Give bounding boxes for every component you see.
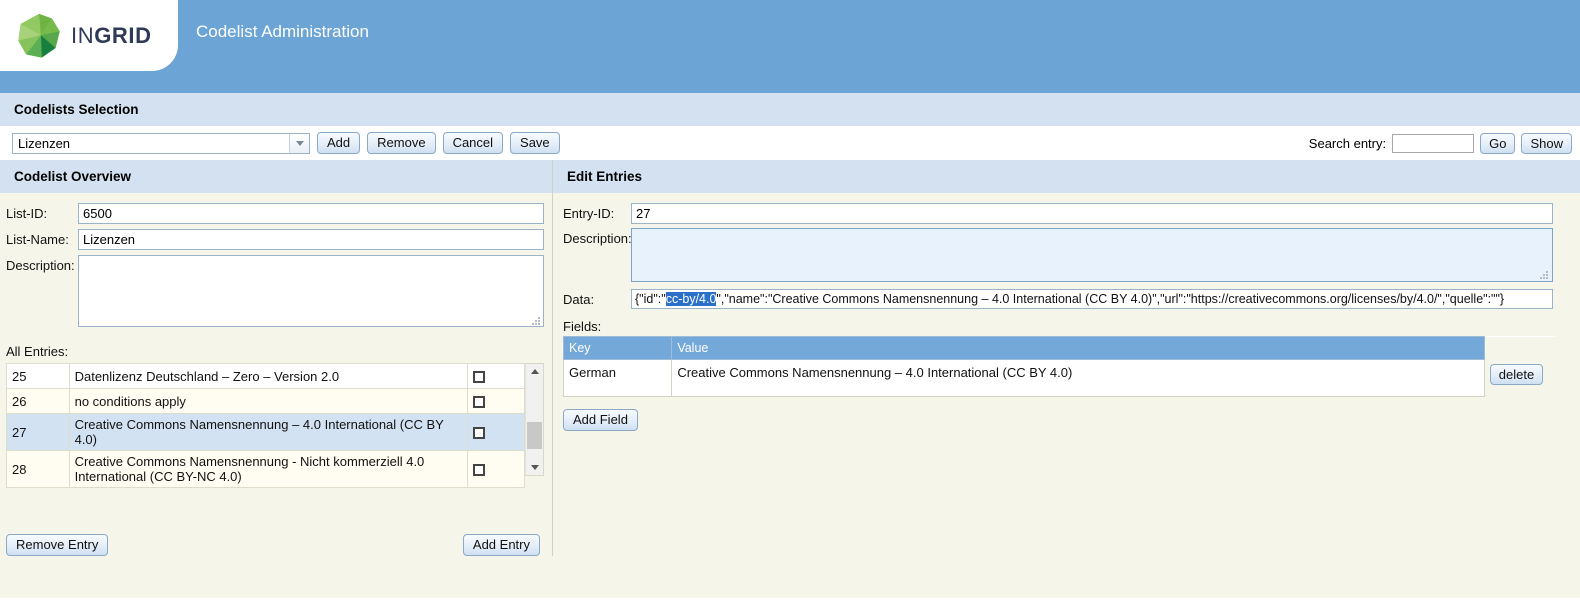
entry-checkbox[interactable] (473, 427, 486, 440)
list-name-row: List-Name: (6, 229, 544, 250)
codelists-toolbar: Lizenzen Add Remove Cancel Save Search e… (0, 126, 1580, 160)
ingrid-polygon-logo-icon (18, 13, 60, 58)
search-go-button[interactable]: Go (1480, 132, 1516, 154)
entry-data-input[interactable]: {"id":" cc-by/4.0 ","name":"Creative Commo… (631, 289, 1553, 309)
entry-checkbox[interactable] (473, 464, 486, 477)
entry-data-label: Data: (563, 292, 595, 307)
field-key-cell[interactable]: German (562, 359, 673, 397)
add-entry-button[interactable]: Add Entry (462, 534, 540, 556)
add-codelist-button[interactable]: Add (317, 132, 361, 154)
entry-data-prefix: {"id":" (635, 292, 666, 306)
entry-checkbox-cell[interactable] (467, 363, 525, 389)
entry-id-cell: 27 (6, 413, 70, 451)
table-row-selected[interactable]: 27 Creative Commons Namensnennung – 4.0 … (6, 413, 525, 451)
entry-id-cell: 25 (6, 363, 70, 389)
delete-field-button[interactable]: delete (1489, 363, 1544, 385)
entry-name-cell: Creative Commons Namensnennung - Nicht k… (68, 450, 469, 488)
search-input[interactable] (1392, 133, 1475, 153)
search-entry-label: Search entry: (1308, 135, 1387, 151)
remove-codelist-button[interactable]: Remove (367, 132, 436, 154)
list-id-label: List-ID: (6, 206, 48, 221)
codelist-select-value: Lizenzen (18, 135, 71, 151)
codelist-select[interactable]: Lizenzen (12, 132, 310, 154)
entry-checkbox[interactable] (473, 371, 486, 384)
fields-table-header-row: Key Value (562, 336, 1555, 360)
logo-wordmark: INGRID (71, 23, 152, 49)
scrollbar-thumb[interactable] (527, 422, 542, 449)
entry-id-cell: 26 (6, 388, 70, 414)
codelists-selection-band: Codelists Selection (0, 93, 1580, 126)
entry-data-row: Data: {"id":" cc-by/4.0 ","name":"Creative… (563, 289, 1572, 309)
logo-word-grid: GRID (94, 22, 152, 48)
search-group: Search entry: Go Show (1308, 132, 1572, 154)
page-title: Codelist Administration (196, 22, 369, 41)
codelist-overview-title: Codelist Overview (14, 169, 132, 184)
all-entries-table-wrap: 25 Datenlizenz Deutschland – Zero – Vers… (6, 363, 546, 488)
entry-name-cell: Creative Commons Namensnennung – 4.0 Int… (68, 413, 469, 451)
edit-entries-panel: Edit Entries Entry-ID: Description: Data… (553, 160, 1580, 556)
codelist-overview-panel: Codelist Overview List-ID: List-Name: De… (0, 160, 553, 556)
codelist-overview-band: Codelist Overview (0, 160, 552, 193)
cancel-button[interactable]: Cancel (442, 132, 504, 154)
list-name-input[interactable] (78, 229, 544, 250)
fields-column-actions (1484, 336, 1555, 360)
fields-column-value: Value (671, 336, 1485, 360)
all-entries-table: 25 Datenlizenz Deutschland – Zero – Vers… (6, 363, 525, 488)
list-id-row: List-ID: (6, 203, 544, 224)
fields-table-row: German Creative Commons Namensnennung – … (562, 359, 1555, 397)
chevron-down-icon[interactable] (526, 460, 543, 475)
logo-panel: INGRID (0, 0, 178, 71)
list-description-label: Description: (6, 258, 75, 273)
entry-checkbox-cell[interactable] (467, 388, 525, 414)
entry-id-cell: 28 (6, 450, 70, 488)
entry-name-cell: Datenlizenz Deutschland – Zero – Version… (68, 363, 469, 389)
save-button[interactable]: Save (510, 132, 560, 154)
fields-label: Fields: (563, 319, 602, 334)
field-actions-cell: delete (1484, 359, 1555, 397)
bottom-filler (0, 556, 1580, 598)
entry-description-textarea[interactable] (631, 228, 1553, 282)
main-content: Codelist Overview List-ID: List-Name: De… (0, 160, 1580, 556)
edit-entries-body: Entry-ID: Description: Data: {"id":"cc-b… (553, 193, 1580, 556)
chevron-up-icon[interactable] (526, 364, 543, 379)
edit-entries-title: Edit Entries (567, 169, 643, 184)
entry-checkbox-cell[interactable] (467, 450, 525, 488)
entry-id-row: Entry-ID: (563, 203, 1572, 224)
add-field-wrap: Add Field (563, 409, 1572, 431)
logo-word-in: IN (71, 22, 95, 48)
codelists-selection-title: Codelists Selection (14, 102, 139, 117)
all-entries-tbody: 25 Datenlizenz Deutschland – Zero – Vers… (6, 363, 525, 488)
chevron-down-icon[interactable] (289, 133, 309, 153)
list-description-row: Description: (6, 255, 544, 330)
entry-id-label: Entry-ID: (563, 206, 615, 221)
table-row[interactable]: 28 Creative Commons Namensnennung - Nich… (6, 450, 525, 488)
entry-data-suffix: ","name":"Creative Commons Namensnennung… (716, 292, 1505, 306)
entry-name-cell: no conditions apply (68, 388, 469, 414)
all-entries-scrollbar[interactable] (525, 363, 544, 476)
entry-description-label: Description: (563, 231, 632, 246)
entry-checkbox-cell[interactable] (467, 413, 525, 451)
entry-id-input[interactable] (631, 203, 1553, 224)
remove-entry-button[interactable]: Remove Entry (6, 534, 109, 556)
table-row[interactable]: 25 Datenlizenz Deutschland – Zero – Vers… (6, 363, 525, 389)
entry-checkbox[interactable] (473, 396, 486, 409)
add-field-button[interactable]: Add Field (563, 409, 638, 431)
fields-table: Key Value German Creative Commons Namens… (562, 336, 1555, 397)
codelist-overview-footer: Remove Entry Add Entry (0, 522, 552, 556)
app-header: INGRID Codelist Administration (0, 0, 1580, 93)
fields-column-key: Key (562, 336, 673, 360)
edit-entries-band: Edit Entries (553, 160, 1580, 193)
entry-description-row: Description: (563, 228, 1572, 285)
list-id-input[interactable] (78, 203, 544, 224)
list-name-label: List-Name: (6, 232, 69, 247)
list-description-textarea[interactable] (78, 255, 544, 327)
entry-data-selected-text: cc-by/4.0 (665, 292, 717, 306)
search-show-button[interactable]: Show (1521, 132, 1572, 154)
field-value-cell[interactable]: Creative Commons Namensnennung – 4.0 Int… (671, 359, 1485, 397)
all-entries-label: All Entries: (6, 344, 69, 359)
codelist-overview-body: List-ID: List-Name: Description: (0, 193, 552, 522)
table-row[interactable]: 26 no conditions apply (6, 388, 525, 414)
